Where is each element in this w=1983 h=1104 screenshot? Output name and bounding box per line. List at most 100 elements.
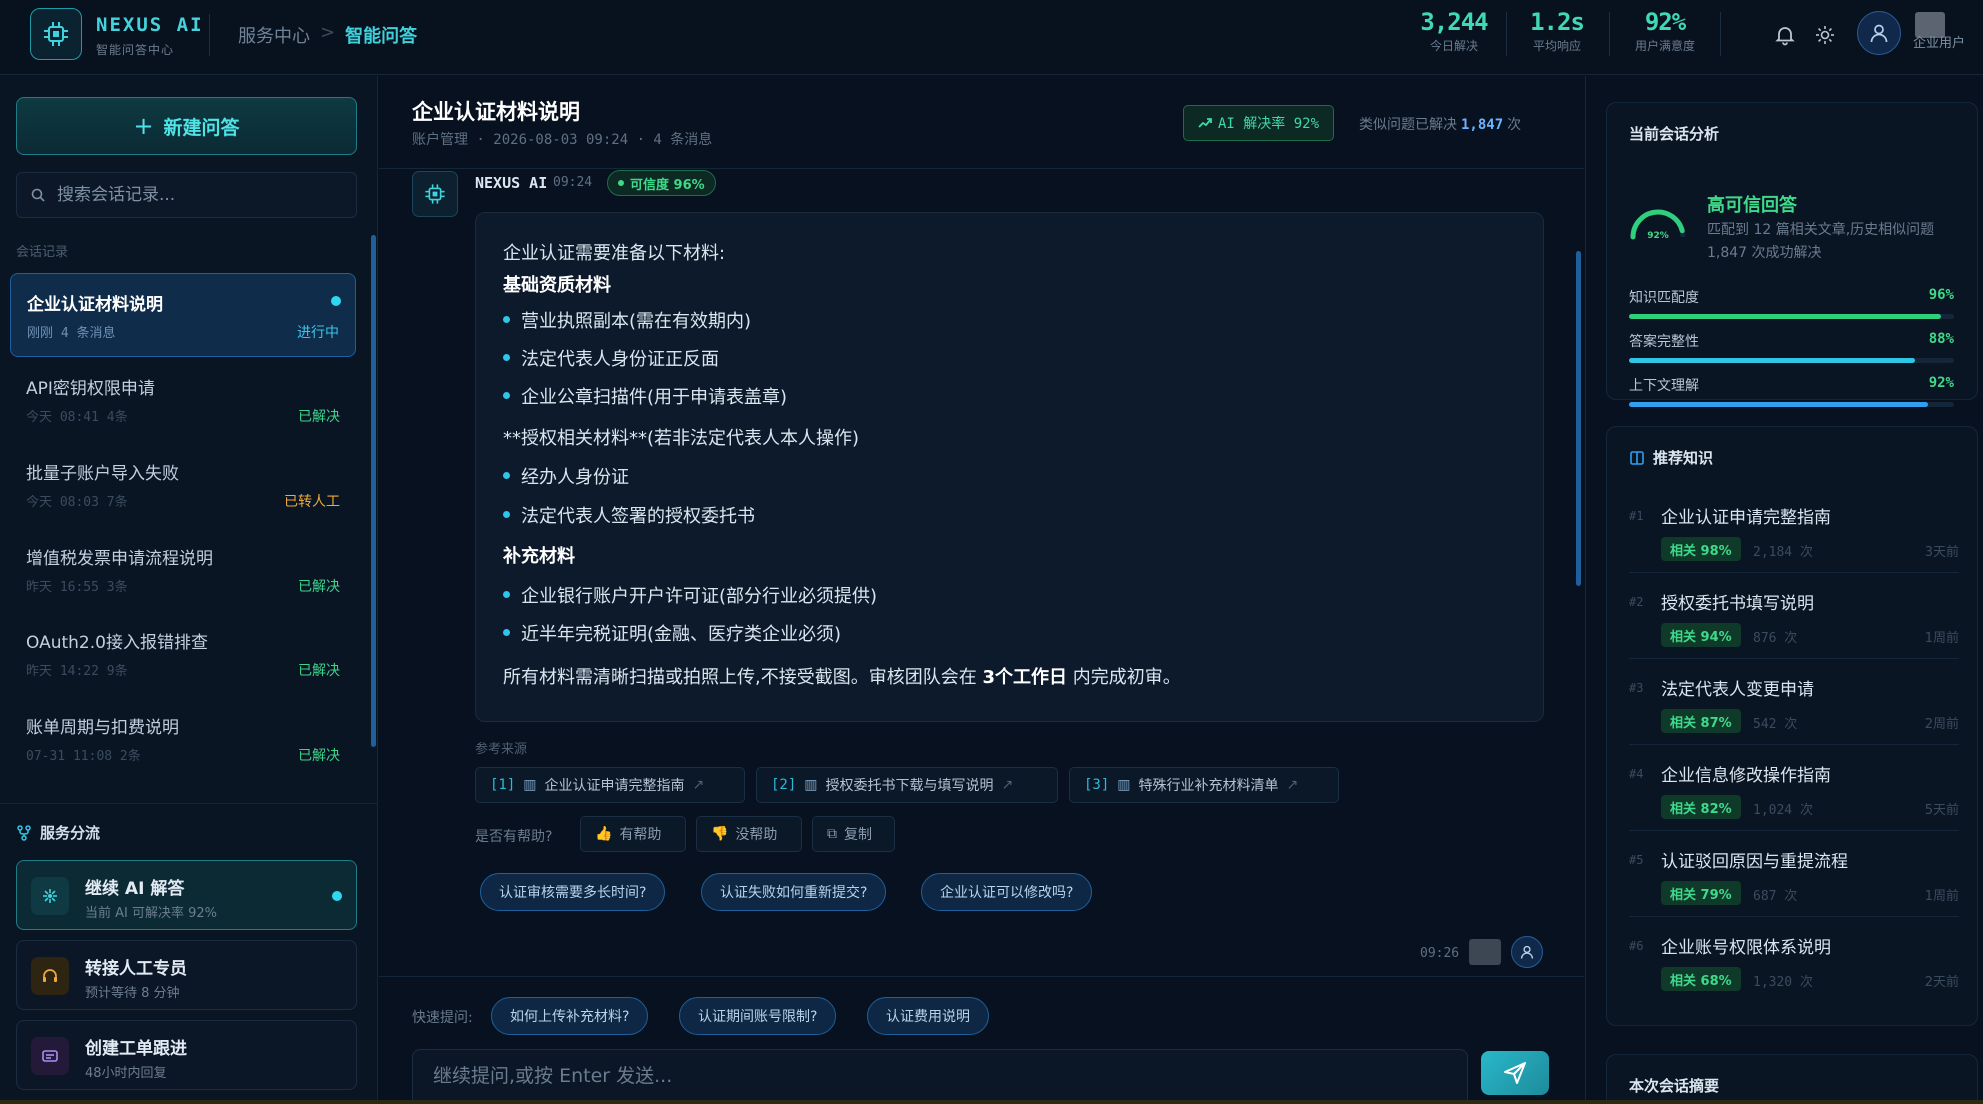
- suggestion-chip[interactable]: 认证失败如何重新提交?: [701, 873, 887, 911]
- helpful-button[interactable]: 👍 有帮助: [580, 816, 686, 852]
- conversation-item[interactable]: API密钥权限申请 今天 08:41 4条 已解决: [10, 358, 356, 442]
- reference-link[interactable]: [3] ▥ 特殊行业补充材料清单 ↗: [1069, 767, 1339, 803]
- user-icon: [1870, 24, 1888, 43]
- relevance-badge: 相关 98%: [1661, 537, 1741, 561]
- unhelpful-button[interactable]: 👎 没帮助: [696, 816, 802, 852]
- status-badge: 已解决: [298, 663, 340, 679]
- metric-track: [1629, 402, 1954, 407]
- knowledge-views: 687 次: [1753, 889, 1798, 904]
- knowledge-age: 3天前: [1924, 545, 1959, 560]
- similar-solved: 类似问题已解决 1,847 次: [1359, 114, 1521, 134]
- metric-context: 上下文理解 92%: [1629, 375, 1954, 407]
- metric-value: 92%: [1928, 375, 1954, 391]
- reference-link[interactable]: [2] ▥ 授权委托书下载与填写说明 ↗: [756, 767, 1058, 803]
- composer: 快速提问: 如何上传补充材料? 认证期间账号限制? 认证费用说明: [379, 976, 1584, 1104]
- chat-scrollbar[interactable]: [1576, 251, 1581, 586]
- new-question-button[interactable]: + 新建问答: [16, 97, 357, 155]
- reference-link[interactable]: [1] ▥ 企业认证申请完整指南 ↗: [475, 767, 745, 803]
- summary-card: 本次会话摘要: [1606, 1054, 1978, 1104]
- gauge-label: 92%: [1647, 231, 1669, 241]
- quick-ask-chip[interactable]: 认证费用说明: [867, 997, 989, 1035]
- search-input[interactable]: [57, 185, 337, 205]
- knowledge-index: #6: [1629, 939, 1644, 953]
- sidebar-scrollbar[interactable]: [371, 235, 376, 747]
- helpful-label: 有帮助: [619, 827, 662, 843]
- conversation-title: API密钥权限申请: [26, 379, 155, 399]
- bot-name: NEXUS AI: [475, 174, 548, 192]
- analysis-description: 匹配到 12 篇相关文章,历史相似问题 1,847 次成功解决: [1707, 222, 1935, 261]
- knowledge-item-title: 法定代表人变更申请: [1661, 680, 1814, 700]
- branch-icon: [17, 824, 31, 841]
- routing-header: 服务分流: [16, 822, 100, 843]
- copy-label: 复制: [844, 827, 872, 843]
- bell-icon[interactable]: [1772, 22, 1798, 48]
- suggestion-chip[interactable]: 认证审核需要多长时间?: [480, 873, 666, 911]
- metric-knowledge-match: 知识匹配度 96%: [1629, 287, 1954, 319]
- conversation-item[interactable]: 增值税发票申请流程说明 昨天 16:55 3条 已解决: [10, 528, 356, 612]
- active-dot: [331, 296, 341, 306]
- message-paragraph: **授权相关材料**(若非法定代表人本人操作): [503, 428, 860, 449]
- chat-header: 企业认证材料说明 账户管理 · 2026-08-03 09:24 · 4 条消息…: [379, 76, 1584, 169]
- knowledge-index: #1: [1629, 509, 1644, 523]
- chat-title: 企业认证材料说明: [412, 100, 580, 124]
- confidence-label: 可信度 96%: [630, 177, 705, 193]
- route-continue-ai[interactable]: 继续 AI 解答 当前 AI 可解决率 92%: [16, 860, 357, 930]
- closing-emphasis: 3个工作日: [982, 667, 1067, 688]
- brand-name: NEXUS AI: [96, 14, 204, 36]
- divider: [1506, 12, 1507, 56]
- knowledge-item[interactable]: #5 认证驳回原因与重提流程 相关 79% 687 次 1周前: [1629, 831, 1959, 917]
- message-bullet: 经办人身份证: [503, 463, 629, 489]
- conversation-title: 企业认证材料说明: [27, 295, 163, 315]
- stat-avg-response: 1.2s 平均响应: [1527, 8, 1587, 54]
- ticket-icon: [31, 1037, 69, 1075]
- conversation-item[interactable]: 批量子账户导入失败 今天 08:03 7条 已转人工: [10, 443, 356, 527]
- relevance-badge: 相关 68%: [1661, 967, 1741, 991]
- knowledge-views: 876 次: [1753, 631, 1798, 646]
- user-avatar[interactable]: [1857, 11, 1901, 55]
- quick-ask-chip[interactable]: 如何上传补充材料?: [491, 997, 649, 1035]
- conversation-item[interactable]: 账单周期与扣费说明 07-31 11:08 2条 已解决: [10, 697, 356, 781]
- breadcrumb-parent[interactable]: 服务中心: [238, 22, 310, 48]
- copy-button[interactable]: ⧉ 复制: [812, 816, 895, 852]
- status-badge: 已解决: [298, 409, 340, 425]
- relevance-badge: 相关 94%: [1661, 623, 1741, 647]
- analysis-card: 当前会话分析 92% 高可信回答 匹配到 12 篇相关文章,历史相似问题 1,8…: [1606, 102, 1978, 407]
- conversation-title: OAuth2.0接入报错排查: [26, 633, 208, 653]
- ai-message-bubble: 企业认证需要准备以下材料: 基础资质材料 营业执照副本(需在有效期内) 法定代表…: [475, 212, 1544, 722]
- knowledge-item[interactable]: #3 法定代表人变更申请 相关 87% 542 次 2周前: [1629, 659, 1959, 745]
- divider: [1720, 12, 1721, 56]
- metric-value: 88%: [1928, 331, 1954, 347]
- user-icon: [1520, 945, 1534, 959]
- closing-text: 所有材料需清晰扫描或拍照上传,不接受截图。审核团队会在: [503, 667, 977, 688]
- relevance-badge: 相关 87%: [1661, 709, 1741, 733]
- conversation-item[interactable]: 企业认证材料说明 刚刚 4 条消息 进行中: [10, 273, 356, 357]
- bot-chip-icon: [412, 171, 458, 217]
- message-input-box: [412, 1049, 1468, 1104]
- closing-text: 内完成初审。: [1072, 667, 1181, 688]
- status-badge: 已转人工: [284, 494, 340, 510]
- message-input[interactable]: [433, 1050, 1447, 1102]
- similar-count: 1,847: [1461, 117, 1504, 133]
- send-button[interactable]: [1481, 1051, 1549, 1095]
- divider: [1609, 12, 1610, 56]
- chat-main: 企业认证材料说明 账户管理 · 2026-08-03 09:24 · 4 条消息…: [379, 76, 1584, 1104]
- conversation-item[interactable]: OAuth2.0接入报错排查 昨天 14:22 9条 已解决: [10, 612, 356, 696]
- knowledge-item[interactable]: #1 企业认证申请完整指南 相关 98% 2,184 次 3天前: [1629, 487, 1959, 573]
- route-create-ticket[interactable]: 创建工单跟进 48小时内回复: [16, 1020, 357, 1090]
- user-message-redacted: [1469, 939, 1501, 965]
- quick-ask-chip[interactable]: 认证期间账号限制?: [679, 997, 837, 1035]
- knowledge-item-title: 授权委托书填写说明: [1661, 594, 1814, 614]
- stat-label: 用户满意度: [1634, 39, 1695, 53]
- knowledge-index: #2: [1629, 595, 1644, 609]
- route-human-agent[interactable]: 转接人工专员 预计等待 8 分钟: [16, 940, 357, 1010]
- knowledge-item-title: 企业信息修改操作指南: [1661, 766, 1831, 786]
- knowledge-item[interactable]: #6 企业账号权限体系说明 相关 68% 1,320 次 2天前: [1629, 917, 1959, 1003]
- knowledge-age: 1周前: [1924, 631, 1959, 646]
- sun-theme-icon[interactable]: [1812, 22, 1838, 48]
- knowledge-item[interactable]: #2 授权委托书填写说明 相关 94% 876 次 1周前: [1629, 573, 1959, 659]
- knowledge-item[interactable]: #4 企业信息修改操作指南 相关 82% 1,024 次 5天前: [1629, 745, 1959, 831]
- knowledge-item-title: 认证驳回原因与重提流程: [1661, 852, 1848, 872]
- reference-title: 授权委托书下载与填写说明: [825, 778, 994, 794]
- knowledge-index: #4: [1629, 767, 1644, 781]
- suggestion-chip[interactable]: 企业认证可以修改吗?: [921, 873, 1093, 911]
